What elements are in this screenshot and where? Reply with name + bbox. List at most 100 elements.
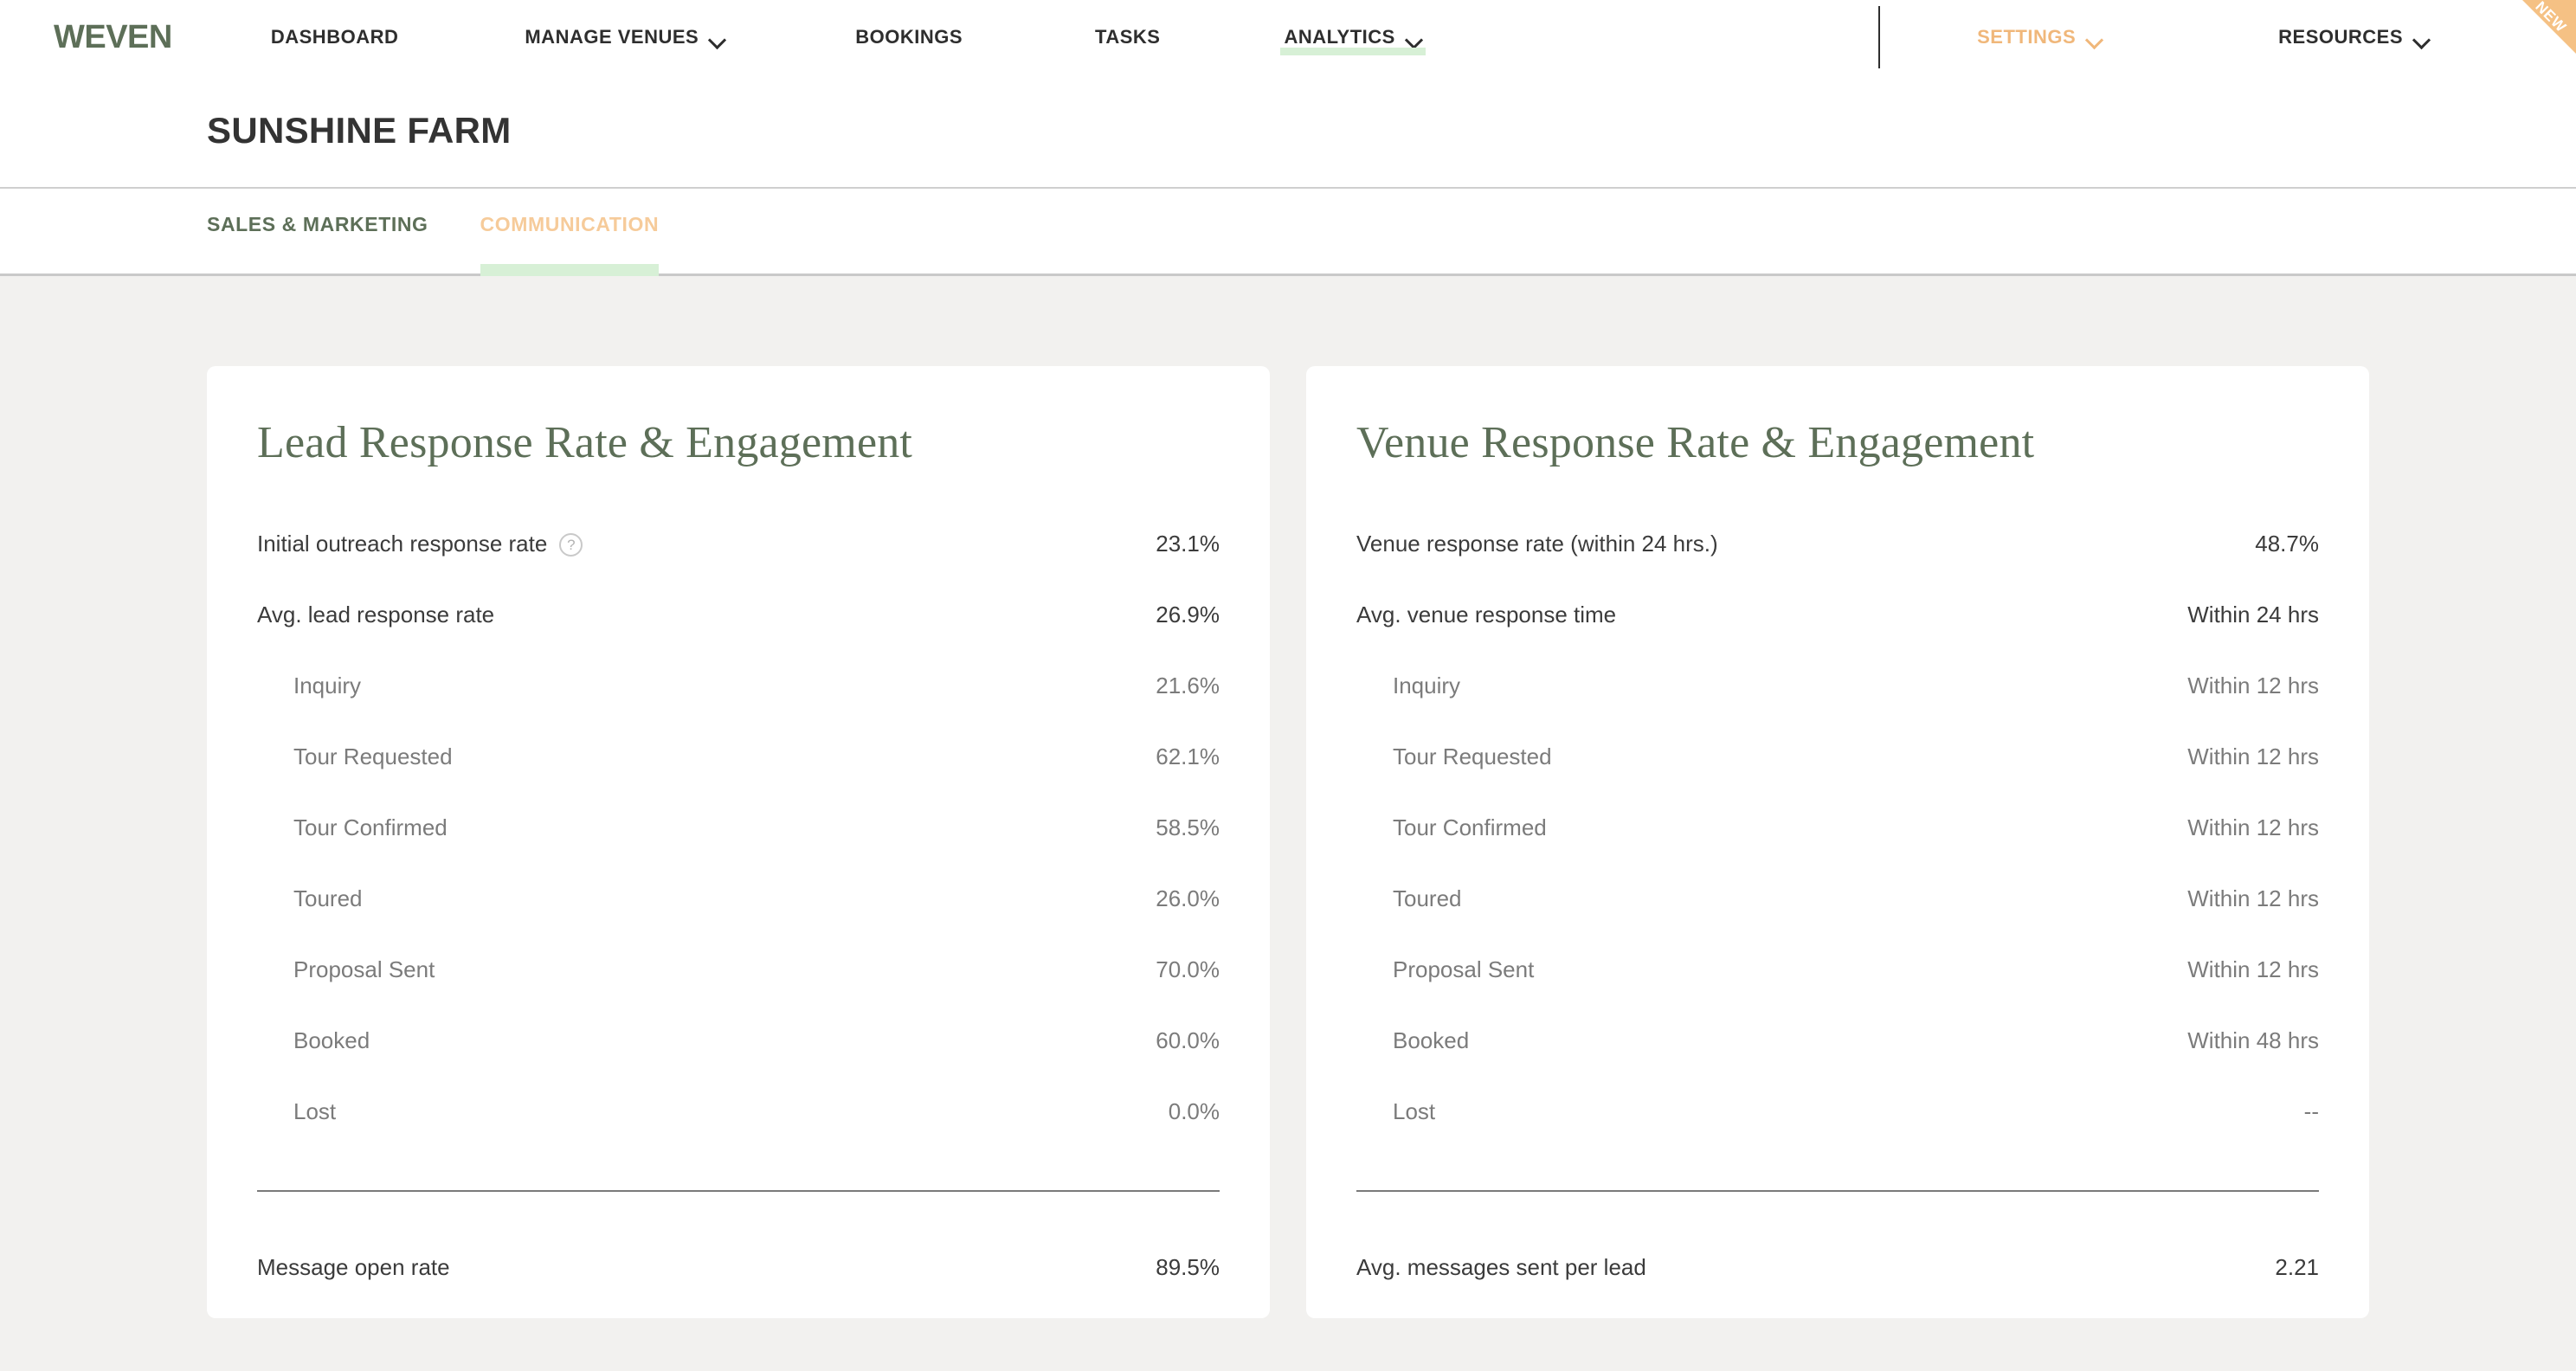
metric-row: Tour Requested Within 12 hrs — [1356, 721, 2319, 792]
secondary-nav-items: SETTINGS RESOURCES — [1878, 0, 2576, 74]
metric-value: 2.21 — [2275, 1253, 2319, 1280]
primary-nav-items: DASHBOARD MANAGE VENUES BOOKINGS TASKS A… — [226, 0, 1878, 74]
metric-label-wrapper: Avg. lead response rate — [257, 602, 494, 628]
metric-value: -- — [2303, 1097, 2319, 1124]
metric-row: Booked 60.0% — [257, 1005, 1220, 1076]
metric-row: Proposal Sent Within 12 hrs — [1356, 934, 2319, 1005]
metric-label: Proposal Sent — [293, 956, 435, 982]
card-divider — [257, 1190, 1220, 1193]
metric-value: 58.5% — [1156, 814, 1220, 840]
page-header: SUNSHINE FARM — [0, 74, 2576, 189]
nav-item-dashboard[interactable]: DASHBOARD — [267, 0, 402, 74]
chevron-down-icon — [2414, 34, 2430, 43]
metric-label: Lost — [293, 1097, 337, 1124]
metric-value: Within 24 hrs — [2187, 601, 2319, 628]
nav-item-manage-venues[interactable]: MANAGE VENUES — [521, 0, 729, 74]
chevron-down-icon — [1407, 34, 1422, 43]
metric-label: Booked — [293, 1027, 370, 1053]
metric-row: Lost -- — [1356, 1076, 2319, 1147]
metric-row: Avg. venue response time Within 24 hrs — [1356, 579, 2319, 650]
metric-label: Initial outreach response rate — [257, 530, 548, 557]
metric-label: Tour Requested — [293, 743, 453, 769]
metric-label: Lost — [1393, 1097, 1436, 1124]
metric-value: 60.0% — [1156, 1027, 1220, 1053]
metric-value: 21.6% — [1156, 672, 1220, 698]
nav-item-tasks[interactable]: TASKS — [1092, 0, 1163, 74]
tab-active-underline — [480, 264, 660, 276]
nav-item-tasks-label: TASKS — [1095, 26, 1161, 48]
help-icon[interactable]: ? — [559, 532, 583, 557]
metric-row: Tour Confirmed Within 12 hrs — [1356, 792, 2319, 863]
nav-item-bookings[interactable]: BOOKINGS — [852, 0, 966, 74]
nav-item-bookings-label: BOOKINGS — [855, 26, 963, 48]
nav-item-analytics[interactable]: ANALYTICS — [1280, 0, 1426, 74]
nav-item-resources-label: RESOURCES — [2278, 26, 2403, 48]
venue-response-card-title: Venue Response Rate & Engagement — [1356, 418, 2035, 467]
metric-row: Lost 0.0% — [257, 1076, 1220, 1147]
tab-communication-label: COMMUNICATION — [480, 213, 660, 235]
metric-label: Message open rate — [257, 1253, 450, 1280]
metric-value: Within 48 hrs — [2187, 1027, 2319, 1053]
metric-label: Avg. messages sent per lead — [1356, 1253, 1646, 1280]
metric-label: Proposal Sent — [1393, 956, 1535, 982]
metric-row: Proposal Sent 70.0% — [257, 934, 1220, 1005]
metric-row: Toured Within 12 hrs — [1356, 863, 2319, 934]
settings-nav-wrapper: SETTINGS — [1880, 0, 2106, 74]
card-divider — [1356, 1190, 2319, 1193]
metric-value: 23.1% — [1156, 530, 1220, 557]
metric-label: Avg. lead response rate — [257, 601, 495, 628]
nav-item-settings[interactable]: SETTINGS — [1974, 0, 2106, 74]
metric-row: Booked Within 48 hrs — [1356, 1005, 2319, 1076]
metric-label: Avg. venue response time — [1356, 601, 1617, 628]
metric-value: 0.0% — [1168, 1097, 1220, 1124]
metric-value: 89.5% — [1156, 1253, 1220, 1280]
metric-label: Toured — [1393, 885, 1462, 911]
venue-response-card: Venue Response Rate & Engagement Venue r… — [1306, 366, 2369, 1318]
metric-label-wrapper: Initial outreach response rate ? — [257, 531, 583, 557]
metric-label: Inquiry — [1393, 672, 1461, 698]
metric-label: Toured — [293, 885, 363, 911]
metric-label: Tour Requested — [1393, 743, 1552, 769]
lead-response-card: Lead Response Rate & Engagement Initial … — [207, 366, 1270, 1318]
metric-label: Tour Confirmed — [1393, 814, 1547, 840]
page-title: SUNSHINE FARM — [207, 110, 512, 151]
metric-row: Avg. lead response rate 26.9% — [257, 579, 1220, 650]
metric-row: Venue response rate (within 24 hrs.) 48.… — [1356, 508, 2319, 579]
top-navigation-bar: WEVEN DASHBOARD MANAGE VENUES BOOKINGS T… — [0, 0, 2576, 74]
metric-value: 70.0% — [1156, 956, 1220, 982]
metric-row: Tour Confirmed 58.5% — [257, 792, 1220, 863]
metric-value: 26.9% — [1156, 601, 1220, 628]
metric-row: Message open rate 89.5% — [257, 1232, 1220, 1303]
metric-value: 48.7% — [2255, 530, 2319, 557]
metric-row: Initial outreach response rate ? 23.1% — [257, 508, 1220, 579]
metric-value: 26.0% — [1156, 885, 1220, 911]
metric-label: Venue response rate (within 24 hrs.) — [1356, 530, 1718, 557]
metric-value: Within 12 hrs — [2187, 743, 2319, 769]
nav-active-underline — [1280, 48, 1426, 55]
metric-label: Tour Confirmed — [293, 814, 448, 840]
metric-value: Within 12 hrs — [2187, 672, 2319, 698]
metric-value: Within 12 hrs — [2187, 956, 2319, 982]
metric-value: Within 12 hrs — [2187, 885, 2319, 911]
weven-logo[interactable]: WEVEN — [54, 21, 172, 54]
chevron-down-icon — [710, 34, 725, 43]
metric-row: Inquiry 21.6% — [257, 650, 1220, 721]
metric-row: Tour Requested 62.1% — [257, 721, 1220, 792]
tab-communication[interactable]: COMMUNICATION — [480, 213, 660, 276]
chevron-down-icon — [2087, 34, 2103, 43]
nav-item-analytics-label: ANALYTICS — [1284, 26, 1395, 48]
metric-value: Within 12 hrs — [2187, 814, 2319, 840]
metric-row: Inquiry Within 12 hrs — [1356, 650, 2319, 721]
tab-sales-and-marketing-label: SALES & MARKETING — [207, 213, 428, 235]
tab-sales-and-marketing[interactable]: SALES & MARKETING — [207, 213, 428, 276]
sub-tab-bar: SALES & MARKETING COMMUNICATION — [0, 189, 2576, 276]
metric-row: Avg. messages sent per lead 2.21 — [1356, 1232, 2319, 1303]
nav-item-manage-venues-label: MANAGE VENUES — [525, 26, 699, 48]
nav-item-dashboard-label: DASHBOARD — [270, 26, 399, 48]
nav-item-settings-label: SETTINGS — [1977, 26, 2077, 48]
metric-value: 62.1% — [1156, 743, 1220, 769]
metric-label: Booked — [1393, 1027, 1470, 1053]
nav-item-resources[interactable]: RESOURCES — [2275, 0, 2433, 74]
metric-label: Inquiry — [293, 672, 362, 698]
lead-response-card-title: Lead Response Rate & Engagement — [257, 418, 913, 467]
